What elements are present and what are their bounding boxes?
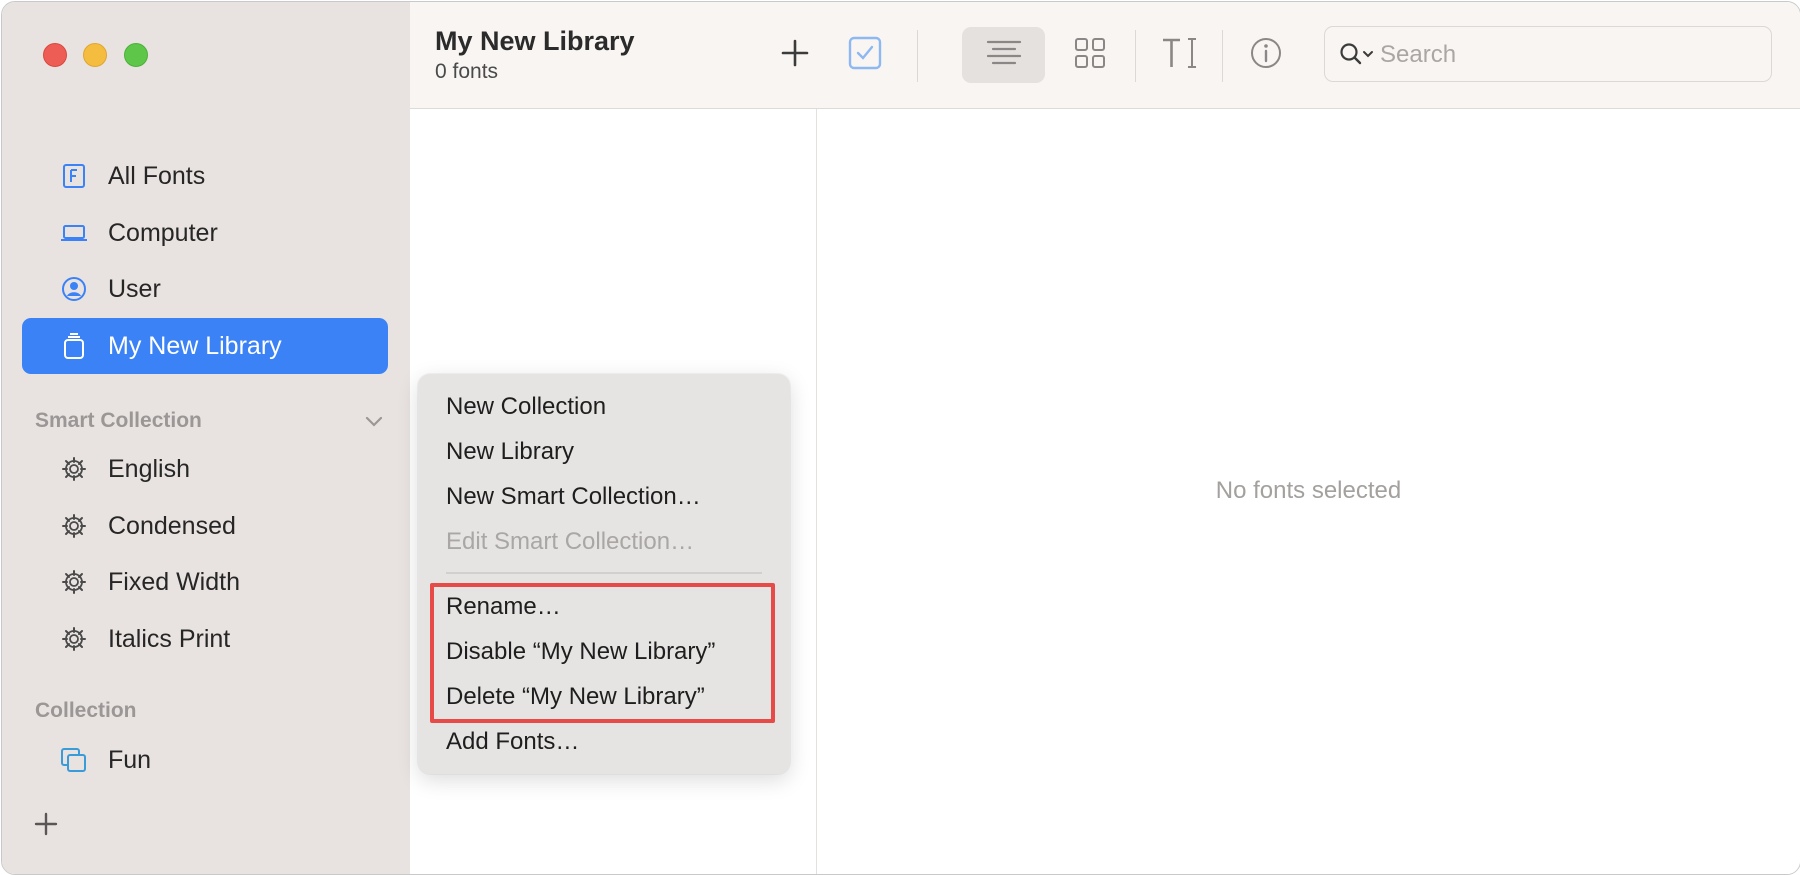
checkbox-icon bbox=[848, 36, 882, 75]
sidebar-item-my-new-library[interactable]: My New Library bbox=[22, 318, 388, 374]
add-fonts-button[interactable] bbox=[767, 27, 823, 83]
library-icon bbox=[60, 332, 88, 360]
toolbar: My New Library 0 fonts Search bbox=[410, 2, 1800, 109]
sidebar-item-label: English bbox=[108, 454, 190, 483]
search-icon bbox=[1339, 41, 1377, 74]
window-title: My New Library bbox=[435, 26, 635, 56]
collection-icon bbox=[60, 746, 88, 774]
sample-text-button[interactable] bbox=[1151, 27, 1207, 83]
menu-item-add-fonts[interactable]: Add Fonts… bbox=[446, 728, 579, 756]
toolbar-separator bbox=[917, 30, 918, 82]
sidebar-item-label: My New Library bbox=[108, 331, 282, 360]
sidebar-item-label: Fixed Width bbox=[108, 567, 240, 596]
sidebar-item-label: Computer bbox=[108, 218, 218, 247]
sidebar-item-italics-print[interactable]: Italics Print bbox=[22, 611, 388, 667]
enable-checkbox-button[interactable] bbox=[837, 27, 893, 83]
annotation-highlight-box bbox=[430, 583, 775, 723]
font-count: 0 fonts bbox=[435, 60, 499, 83]
font-book-icon bbox=[60, 162, 88, 190]
menu-separator bbox=[446, 572, 762, 574]
sidebar-item-condensed[interactable]: Condensed bbox=[22, 498, 388, 554]
search-field[interactable]: Search bbox=[1324, 26, 1772, 82]
toolbar-separator bbox=[1222, 30, 1223, 82]
sidebar: All Fonts Computer User My New Library S… bbox=[2, 2, 410, 874]
empty-state-text: No fonts selected bbox=[1215, 477, 1402, 504]
add-collection-button[interactable] bbox=[32, 810, 60, 838]
chevron-down-icon[interactable] bbox=[362, 409, 386, 433]
sidebar-item-fun[interactable]: Fun bbox=[22, 732, 388, 788]
menu-item-new-smart-collection[interactable]: New Smart Collection… bbox=[446, 483, 701, 511]
sidebar-item-label: Fun bbox=[108, 745, 152, 774]
menu-item-new-library[interactable]: New Library bbox=[446, 438, 574, 466]
laptop-icon bbox=[60, 219, 88, 247]
info-icon bbox=[1249, 36, 1283, 75]
minimize-window-button[interactable] bbox=[83, 43, 107, 67]
sidebar-item-user[interactable]: User bbox=[22, 261, 388, 317]
collection-header: Collection bbox=[35, 699, 137, 722]
zoom-window-button[interactable] bbox=[124, 43, 148, 67]
user-circle-icon bbox=[60, 275, 88, 303]
plus-icon bbox=[779, 37, 811, 74]
gear-icon bbox=[60, 625, 88, 653]
sidebar-item-fixed-width[interactable]: Fixed Width bbox=[22, 554, 388, 610]
sidebar-item-english[interactable]: English bbox=[22, 441, 388, 497]
list-view-button[interactable] bbox=[962, 27, 1045, 83]
menu-item-new-collection[interactable]: New Collection bbox=[446, 393, 606, 421]
gear-icon bbox=[60, 568, 88, 596]
close-window-button[interactable] bbox=[43, 43, 67, 67]
menu-item-edit-smart-collection: Edit Smart Collection… bbox=[446, 528, 695, 555]
sidebar-item-label: Condensed bbox=[108, 511, 236, 540]
font-book-window: All Fonts Computer User My New Library S… bbox=[1, 1, 1800, 875]
grid-icon bbox=[1073, 36, 1107, 75]
smart-collection-header: Smart Collection bbox=[35, 409, 202, 432]
info-button[interactable] bbox=[1238, 27, 1294, 83]
search-placeholder: Search bbox=[1380, 41, 1457, 68]
align-center-icon bbox=[985, 38, 1023, 73]
gear-icon bbox=[60, 455, 88, 483]
sidebar-item-computer[interactable]: Computer bbox=[22, 205, 388, 261]
sidebar-item-label: All Fonts bbox=[108, 161, 206, 190]
sidebar-item-label: Italics Print bbox=[108, 624, 231, 653]
text-cursor-icon bbox=[1160, 35, 1198, 76]
sidebar-item-label: User bbox=[108, 274, 161, 303]
sidebar-item-all-fonts[interactable]: All Fonts bbox=[22, 148, 388, 204]
grid-view-button[interactable] bbox=[1062, 27, 1118, 83]
font-preview-pane: No fonts selected bbox=[817, 109, 1800, 874]
toolbar-separator bbox=[1135, 30, 1136, 82]
gear-icon bbox=[60, 512, 88, 540]
